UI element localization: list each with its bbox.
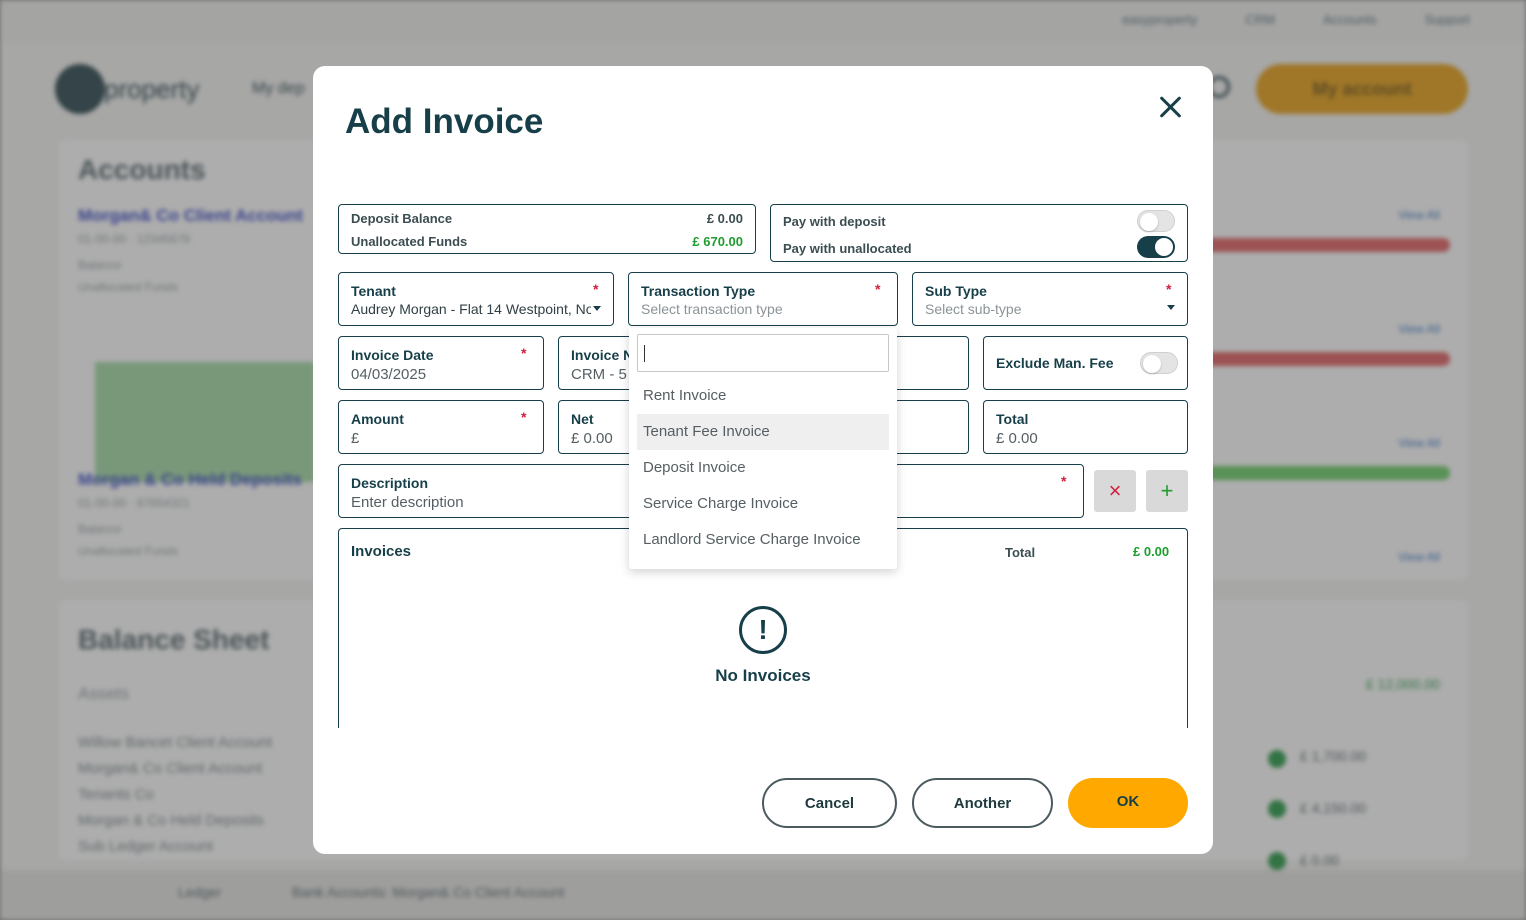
toggle-knob [1143, 355, 1161, 373]
add-line-button[interactable]: + [1146, 470, 1188, 512]
modal-title: Add Invoice [345, 102, 544, 141]
invoice-date-label: Invoice Date [351, 347, 434, 363]
required-mark: * [1166, 281, 1172, 297]
sub-type-label: Sub Type [925, 283, 987, 299]
tenant-label: Tenant [351, 283, 396, 299]
toggle-knob [1140, 213, 1158, 231]
required-mark: * [521, 345, 527, 361]
sub-type-placeholder: Select sub-type [925, 301, 1022, 317]
description-label: Description [351, 475, 429, 491]
required-mark: * [593, 281, 599, 297]
deposit-balance-value: £ 0.00 [706, 211, 743, 226]
dropdown-option-landlord-service-charge-invoice[interactable]: Landlord Service Charge Invoice [637, 522, 889, 558]
payment-options: Pay with deposit Pay with unallocated [770, 204, 1188, 262]
dropdown-option-rent-invoice[interactable]: Rent Invoice [637, 378, 889, 414]
ok-button[interactable]: OK [1068, 778, 1188, 828]
amount-field[interactable]: Amount * £ [338, 400, 544, 454]
unallocated-funds-row: Unallocated Funds £ 670.00 [351, 234, 743, 249]
pay-with-deposit-toggle[interactable] [1137, 210, 1175, 232]
exclude-fee-label: Exclude Man. Fee [996, 355, 1114, 371]
required-mark: * [1061, 473, 1067, 489]
pay-with-unallocated-label: Pay with unallocated [783, 241, 912, 256]
description-placeholder: Enter description [351, 494, 464, 511]
amount-label: Amount [351, 411, 404, 427]
invoice-number-label: Invoice N [571, 347, 634, 363]
unallocated-funds-label: Unallocated Funds [351, 234, 468, 249]
plus-icon: + [1160, 478, 1174, 503]
sub-type-select[interactable]: Sub Type * Select sub-type [912, 272, 1188, 326]
exclamation-circle-icon: ! [739, 606, 787, 654]
pay-with-deposit-row: Pay with deposit [783, 214, 1175, 229]
required-mark: * [521, 409, 527, 425]
toggle-knob [1155, 238, 1173, 256]
dropdown-option-tenant-fee-invoice[interactable]: Tenant Fee Invoice [637, 414, 889, 450]
invoices-label: Invoices [351, 543, 412, 560]
invoice-date-field[interactable]: Invoice Date * 04/03/2025 [338, 336, 544, 390]
empty-state-text: No Invoices [715, 666, 811, 685]
dropdown-option-service-charge-invoice[interactable]: Service Charge Invoice [637, 486, 889, 522]
deposit-balance-row: Deposit Balance £ 0.00 [351, 211, 743, 226]
add-invoice-modal: Add Invoice Deposit Balance £ 0.00 Unall… [313, 66, 1213, 854]
net-label: Net [571, 411, 594, 427]
required-mark: * [875, 281, 881, 297]
transaction-type-label: Transaction Type [641, 283, 756, 299]
pay-with-deposit-label: Pay with deposit [783, 214, 886, 229]
invoice-date-value: 04/03/2025 [351, 366, 427, 383]
tenant-select[interactable]: Tenant * Audrey Morgan - Flat 14 Westpoi… [338, 272, 614, 326]
transaction-type-select[interactable]: Transaction Type * Select transaction ty… [628, 272, 898, 326]
cancel-button[interactable]: Cancel [762, 778, 897, 828]
caret-down-icon [593, 306, 601, 311]
total-field[interactable]: Total £ 0.00 [983, 400, 1188, 454]
remove-line-button[interactable]: × [1094, 470, 1136, 512]
unallocated-funds-value: £ 670.00 [692, 234, 743, 249]
text-cursor [644, 345, 645, 362]
exclude-fee-toggle[interactable] [1140, 352, 1178, 374]
exclude-fee-field: Exclude Man. Fee [983, 336, 1188, 390]
deposit-balance-label: Deposit Balance [351, 211, 453, 226]
balance-summary: Deposit Balance £ 0.00 Unallocated Funds… [338, 204, 756, 254]
tenant-value: Audrey Morgan - Flat 14 Westpoint, No [351, 301, 591, 317]
transaction-type-dropdown: Rent Invoice Tenant Fee Invoice Deposit … [629, 328, 897, 569]
another-button[interactable]: Another [912, 778, 1053, 828]
dropdown-search-input[interactable] [637, 334, 889, 372]
amount-value: £ [351, 430, 360, 447]
pay-with-unallocated-row: Pay with unallocated [783, 241, 1175, 256]
close-icon[interactable] [1155, 92, 1185, 122]
invoice-number-value: CRM - 5 [571, 366, 627, 383]
times-icon: × [1108, 478, 1122, 503]
transaction-type-placeholder: Select transaction type [641, 301, 783, 317]
total-value: £ 0.00 [996, 430, 1038, 447]
caret-down-icon [1167, 305, 1175, 310]
total-label: Total [996, 411, 1029, 427]
invoices-total-value: £ 0.00 [1133, 544, 1170, 559]
dropdown-option-deposit-invoice[interactable]: Deposit Invoice [637, 450, 889, 486]
pay-with-unallocated-toggle[interactable] [1137, 236, 1175, 258]
invoices-total-label: Total [1005, 545, 1036, 560]
net-value: £ 0.00 [571, 430, 613, 447]
